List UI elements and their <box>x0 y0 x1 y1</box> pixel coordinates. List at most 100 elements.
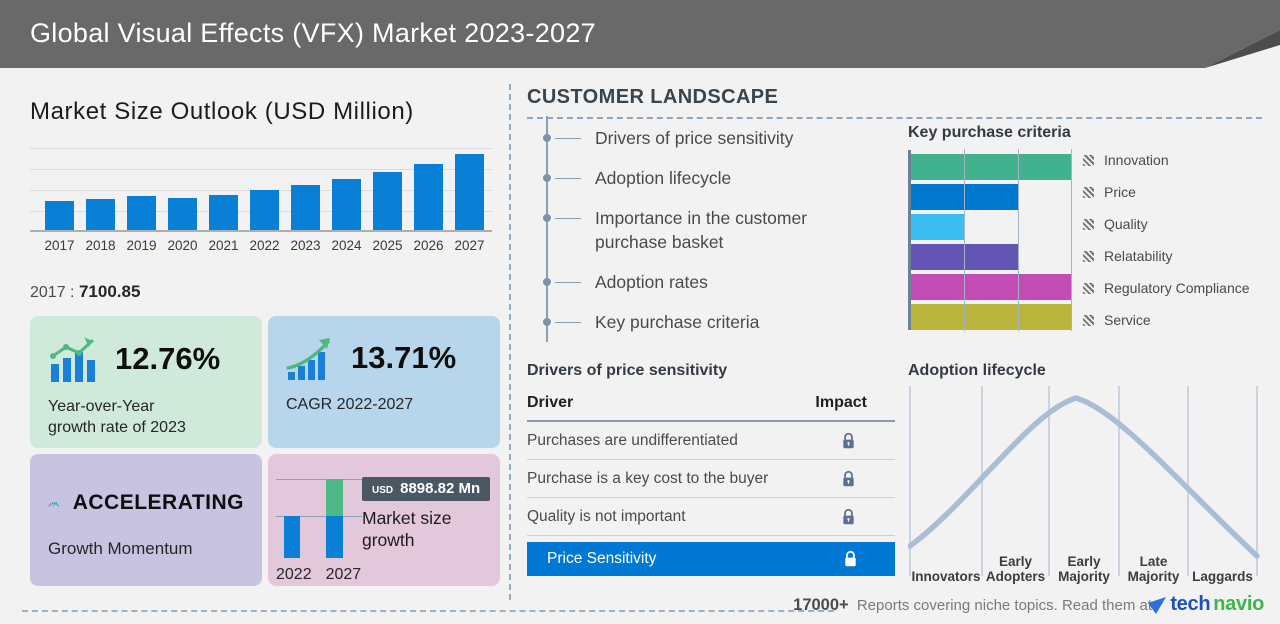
hatch-swatch-icon <box>1083 154 1094 166</box>
brand-tech: tech <box>1170 593 1211 615</box>
page-title: Global Visual Effects (VFX) Market 2023-… <box>30 18 596 48</box>
labeled-value-2017: 2017 : 7100.85 <box>30 282 496 302</box>
impact-column-header: Impact <box>815 394 867 411</box>
corner-fold-decoration <box>1205 30 1280 68</box>
report-count: 17000+ <box>793 596 849 614</box>
lock-icon <box>840 508 857 526</box>
legend-item: Regulatory Compliance <box>1083 280 1250 296</box>
customer-landscape-list: Drivers of price sensitivity Adoption lif… <box>543 116 883 350</box>
drivers-title: Drivers of price sensitivity <box>527 362 728 379</box>
yoy-growth-card: 12.76% Year-over-Year growth rate of 202… <box>30 316 262 448</box>
customer-landscape-section: CUSTOMER LANDSCAPE Drivers of price sens… <box>527 80 1262 600</box>
year-tick-label: 2026 <box>413 238 444 253</box>
landscape-item: Adoption rates <box>543 270 883 294</box>
customer-landscape-title: CUSTOMER LANDSCAPE <box>527 86 1262 119</box>
legend-item: Relatability <box>1083 248 1250 264</box>
year-tick-label: 2025 <box>372 238 403 253</box>
lifecycle-stage-label: Late Majority <box>1127 553 1180 584</box>
kpc-gridline <box>964 149 965 331</box>
year-tick-label: 2017 <box>44 238 75 253</box>
lifecycle-title: Adoption lifecycle <box>908 362 1046 379</box>
legend-item: Service <box>1083 312 1250 328</box>
landscape-item: Importance in the customer purchase bask… <box>543 206 883 254</box>
hatch-swatch-icon <box>1083 282 1094 294</box>
lock-icon <box>842 550 859 568</box>
kpc-bar-quality <box>911 214 964 240</box>
legend-item: Quality <box>1083 216 1250 232</box>
year-tick-label: 2022 <box>249 238 280 253</box>
driver-column-header: Driver <box>527 394 574 411</box>
lifecycle-chart: Innovators Early Adopters Early Majority Late… <box>907 386 1262 586</box>
mini-chart-years: 2022 2027 <box>276 566 362 583</box>
market-size-bar <box>127 196 156 230</box>
infographic-page: Global Visual Effects (VFX) Market 2023-… <box>0 0 1280 624</box>
market-size-plot <box>30 148 492 232</box>
market-size-title: Market Size Outlook (USD Million) <box>30 98 414 125</box>
price-sensitivity-block: Drivers of price sensitivity Driver Impa… <box>527 362 895 576</box>
hatch-swatch-icon <box>1083 186 1094 198</box>
technavio-arrow-icon <box>1148 596 1167 614</box>
kpc-legend: Innovation Price Quality Relatability Regula… <box>1083 152 1250 344</box>
lock-icon <box>840 432 857 450</box>
drivers-table-rows: Purchases are undifferentiated Purchase i… <box>527 422 895 536</box>
year-tick-label: 2019 <box>126 238 157 253</box>
lifecycle-stage-label: Early Majority <box>1058 553 1110 584</box>
kpc-bar-service <box>911 304 1071 330</box>
mini-bar-2022 <box>284 516 300 558</box>
market-size-growth-card: 2022 2027 USD 8898.82 Mn Market size gro… <box>268 454 500 586</box>
market-size-section: Market Size Outlook (USD Million) 2017 20… <box>30 80 500 586</box>
key-purchase-criteria-block: Key purchase criteria Innovation Price Qua… <box>908 124 1262 331</box>
bell-curve <box>907 395 1260 559</box>
legend-item: Innovation <box>1083 152 1250 168</box>
momentum-label: Growth Momentum <box>48 539 193 558</box>
market-size-bar <box>332 179 361 230</box>
market-size-bar <box>250 190 279 230</box>
momentum-value: ACCELERATING <box>72 491 244 514</box>
hatch-swatch-icon <box>1083 250 1094 262</box>
lifecycle-stage-label: Laggards <box>1192 568 1253 584</box>
yoy-value: 12.76% <box>115 341 221 376</box>
bar-trend-icon <box>50 337 95 382</box>
hatch-swatch-icon <box>1083 218 1094 230</box>
drivers-table-header: Driver Impact <box>527 380 895 422</box>
technavio-logo: tech navio <box>1147 593 1264 616</box>
market-size-bar <box>86 199 115 230</box>
yoy-label: Year-over-Year growth rate of 2023 <box>48 398 186 437</box>
callout-value: 7100.85 <box>78 282 141 301</box>
year-tick-label: 2023 <box>290 238 321 253</box>
market-size-bar <box>414 164 443 230</box>
kpc-chart <box>908 149 1072 331</box>
year-tick-label: 2018 <box>85 238 116 253</box>
market-size-x-axis: 2017 2018 2019 2020 2021 2022 2023 2024 2025 2026… <box>30 238 496 256</box>
kpc-bar-innovation <box>911 154 1071 180</box>
kpc-bar-regulatory-compliance <box>911 274 1071 300</box>
market-size-bar <box>209 195 238 230</box>
landscape-item: Drivers of price sensitivity <box>543 126 883 150</box>
growth-value-badge: USD 8898.82 Mn <box>362 477 491 501</box>
market-size-bar <box>455 154 484 230</box>
market-size-bar <box>168 198 197 230</box>
lifecycle-stage-label: Early Adopters <box>985 553 1046 584</box>
year-tick-label: 2020 <box>167 238 198 253</box>
growth-card-label: Market size growth <box>362 508 452 550</box>
driver-row: Purchase is a key cost to the buyer <box>527 460 895 498</box>
brand-navio: navio <box>1213 593 1264 615</box>
footer-divider <box>22 610 834 612</box>
callout-year: 2017 <box>30 284 66 301</box>
year-tick-label: 2027 <box>454 238 485 253</box>
kpc-gridline <box>1018 149 1019 331</box>
landscape-item: Adoption lifecycle <box>543 166 883 190</box>
market-size-bar <box>373 172 402 230</box>
market-size-bar <box>291 185 320 230</box>
kpc-title: Key purchase criteria <box>908 124 1071 141</box>
mini-bar-2027 <box>326 479 343 558</box>
year-tick-label: 2021 <box>208 238 239 253</box>
cagr-label: CAGR 2022-2027 <box>286 396 414 413</box>
lock-icon <box>840 470 857 488</box>
landscape-item: Key purchase criteria <box>543 310 883 334</box>
growth-momentum-card: ACCELERATING Growth Momentum <box>30 454 262 586</box>
speedometer-icon <box>48 501 60 507</box>
stat-cards: 12.76% Year-over-Year growth rate of 202… <box>30 316 500 586</box>
hatch-swatch-icon <box>1083 314 1094 326</box>
callout-separator: : <box>70 284 75 301</box>
